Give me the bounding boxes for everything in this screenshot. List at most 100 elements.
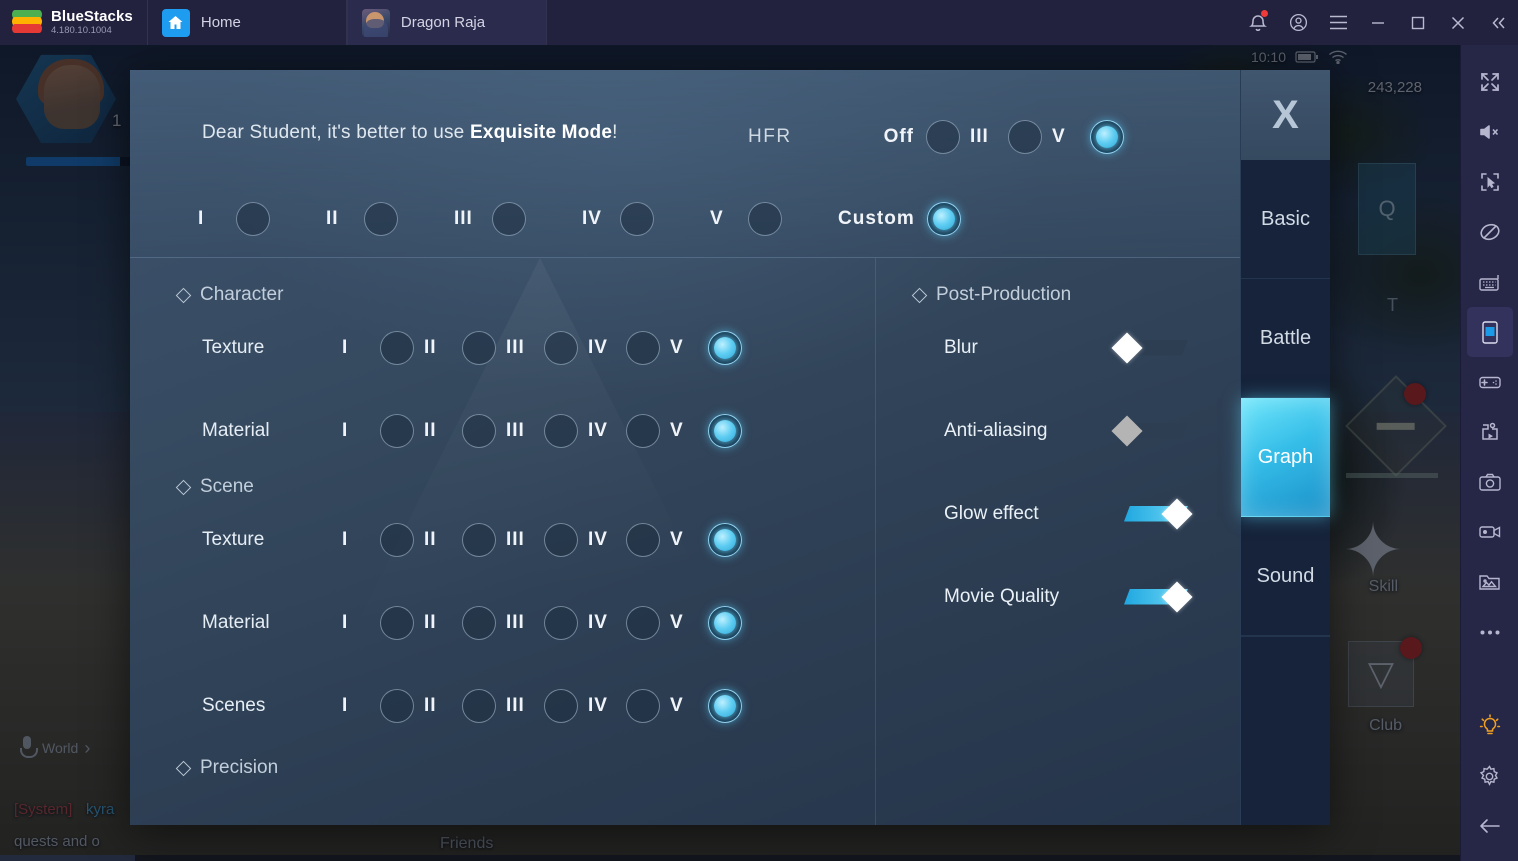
hfr-radio-off[interactable] bbox=[926, 120, 960, 154]
scene-scenes-radio-iii[interactable] bbox=[544, 688, 578, 723]
minimize-button[interactable] bbox=[1358, 0, 1398, 45]
close-button[interactable] bbox=[1438, 0, 1478, 45]
character-texture-radio-ii[interactable] bbox=[462, 330, 496, 365]
more-options-button[interactable] bbox=[1467, 607, 1513, 657]
movie-quality-toggle[interactable] bbox=[1116, 580, 1193, 613]
character-material-label-ii: II bbox=[424, 419, 437, 441]
tab-strip-filler bbox=[1241, 636, 1330, 825]
preset-radio-custom[interactable] bbox=[926, 202, 961, 236]
preset-option-ii[interactable]: II bbox=[326, 202, 454, 236]
record-screen-button[interactable] bbox=[1467, 507, 1513, 557]
scene-material-radio-iii[interactable] bbox=[544, 605, 578, 640]
character-texture-radio-iii[interactable] bbox=[544, 330, 578, 365]
scene-texture-radio-iii[interactable] bbox=[544, 522, 578, 557]
tab-graph[interactable]: Graph bbox=[1241, 398, 1330, 517]
menu-button[interactable] bbox=[1318, 0, 1358, 45]
collapse-sidebar-button[interactable] bbox=[1478, 0, 1518, 45]
character-texture-scale: I II III IV V bbox=[342, 330, 752, 365]
back-button[interactable] bbox=[1467, 801, 1513, 851]
character-material-radio-v[interactable] bbox=[708, 413, 742, 448]
anti-aliasing-toggle[interactable] bbox=[1111, 414, 1188, 447]
preset-option-iv[interactable]: IV bbox=[582, 202, 710, 236]
scene-scenes-label-ii: II bbox=[424, 694, 437, 716]
row-scene-scenes: Scenes I II III IV V bbox=[202, 664, 875, 747]
tips-button[interactable] bbox=[1467, 701, 1513, 751]
scene-texture-radio-ii[interactable] bbox=[462, 522, 496, 557]
fullscreen-button[interactable] bbox=[1467, 57, 1513, 107]
hfr-radio-v[interactable] bbox=[1090, 120, 1124, 154]
scene-material-radio-ii[interactable] bbox=[462, 605, 496, 640]
advice-message: Dear Student, it's better to use Exquisi… bbox=[202, 122, 618, 144]
scene-scenes-radio-ii[interactable] bbox=[462, 688, 496, 723]
tab-basic[interactable]: Basic bbox=[1241, 160, 1330, 279]
preset-option-custom[interactable]: Custom bbox=[838, 202, 971, 236]
settings-button[interactable] bbox=[1467, 751, 1513, 801]
scene-material-radio-v[interactable] bbox=[708, 605, 742, 640]
disable-ads-button[interactable] bbox=[1467, 207, 1513, 257]
character-texture-radio-i[interactable] bbox=[380, 330, 414, 365]
titlebar-spacer bbox=[547, 0, 1238, 45]
character-texture-label-iii: III bbox=[506, 336, 525, 358]
hfr-radio-iii[interactable] bbox=[1008, 120, 1042, 154]
mute-button[interactable] bbox=[1467, 107, 1513, 157]
screenshot-button[interactable] bbox=[1467, 457, 1513, 507]
character-texture-label-ii: II bbox=[424, 336, 437, 358]
advice-message-tail: ! bbox=[612, 122, 618, 143]
gamepad-button[interactable] bbox=[1467, 357, 1513, 407]
hfr-label: HFR bbox=[748, 126, 792, 147]
character-texture-radio-v[interactable] bbox=[708, 330, 742, 365]
row-scene-texture-label: Texture bbox=[202, 528, 265, 550]
scene-texture-radio-i[interactable] bbox=[380, 522, 414, 557]
glow-effect-toggle[interactable] bbox=[1116, 497, 1193, 530]
preset-radio-i[interactable] bbox=[236, 202, 270, 236]
scene-scenes-radio-v[interactable] bbox=[708, 688, 742, 723]
maximize-button[interactable] bbox=[1398, 0, 1438, 45]
section-post-production: Post-Production bbox=[911, 284, 1240, 306]
tab-dragon-raja[interactable]: Dragon Raja bbox=[346, 0, 547, 45]
preset-radio-iv[interactable] bbox=[620, 202, 654, 236]
diamond-bullet-icon bbox=[175, 479, 192, 495]
hfr-option-iii[interactable]: III bbox=[970, 120, 1052, 154]
tab-home[interactable]: Home bbox=[146, 0, 347, 45]
cursor-mode-button[interactable] bbox=[1467, 157, 1513, 207]
scene-scenes-radio-i[interactable] bbox=[380, 688, 414, 723]
bluestacks-window: BlueStacks 4.180.10.1004 Home Dragon Raj… bbox=[0, 0, 1518, 861]
keymapping-button[interactable] bbox=[1467, 257, 1513, 307]
hfr-setting-row: HFR Off III V bbox=[748, 120, 1134, 154]
blur-toggle[interactable] bbox=[1111, 331, 1188, 364]
scene-texture-radio-iv[interactable] bbox=[626, 522, 660, 557]
preset-option-iii[interactable]: III bbox=[454, 202, 582, 236]
tab-battle[interactable]: Battle bbox=[1241, 279, 1330, 398]
preset-option-i[interactable]: I bbox=[198, 202, 326, 236]
character-material-radio-iv[interactable] bbox=[626, 413, 660, 448]
row-blur-label: Blur bbox=[944, 336, 978, 358]
macro-recorder-button[interactable] bbox=[1467, 407, 1513, 457]
tab-sound[interactable]: Sound bbox=[1241, 517, 1330, 636]
scene-material-label-iii: III bbox=[506, 611, 525, 633]
tab-home-label: Home bbox=[200, 14, 241, 31]
character-texture-label-i: I bbox=[342, 336, 349, 358]
portrait-mode-button[interactable] bbox=[1466, 307, 1513, 357]
character-material-radio-iii[interactable] bbox=[544, 413, 578, 448]
character-material-radio-ii[interactable] bbox=[462, 413, 496, 448]
scene-material-radio-i[interactable] bbox=[380, 605, 414, 640]
preset-radio-iii[interactable] bbox=[492, 202, 526, 236]
scene-material-label-v: V bbox=[670, 611, 684, 633]
account-button[interactable] bbox=[1278, 0, 1318, 45]
row-character-texture: Texture I II III IV V bbox=[202, 306, 875, 389]
preset-option-v[interactable]: V bbox=[710, 202, 838, 236]
scene-scenes-radio-iv[interactable] bbox=[626, 688, 660, 723]
preset-radio-v[interactable] bbox=[748, 202, 782, 236]
preset-option-i-label: I bbox=[198, 208, 205, 229]
close-dialog-button[interactable]: X bbox=[1241, 70, 1330, 160]
media-manager-button[interactable] bbox=[1467, 557, 1513, 607]
hfr-option-off[interactable]: Off bbox=[884, 120, 970, 154]
scene-material-radio-iv[interactable] bbox=[626, 605, 660, 640]
preset-radio-ii[interactable] bbox=[364, 202, 398, 236]
character-material-radio-i[interactable] bbox=[380, 413, 414, 448]
notifications-button[interactable] bbox=[1238, 0, 1278, 45]
character-texture-radio-iv[interactable] bbox=[626, 330, 660, 365]
scene-texture-radio-v[interactable] bbox=[708, 522, 742, 557]
scene-material-label-i: I bbox=[342, 611, 349, 633]
hfr-option-v[interactable]: V bbox=[1052, 120, 1134, 154]
